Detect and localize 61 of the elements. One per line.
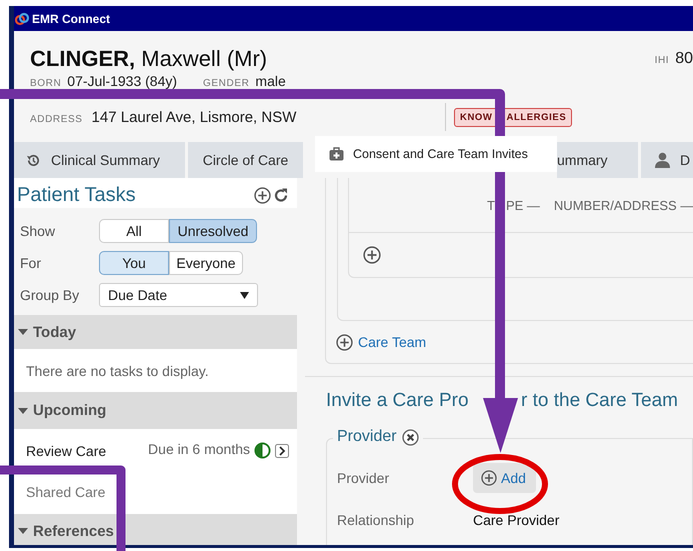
tab[interactable]: D	[641, 142, 693, 178]
task-title[interactable]: Review Care	[26, 442, 106, 458]
disclosure-triangle-icon[interactable]	[18, 527, 28, 535]
disclosure-triangle-icon[interactable]	[18, 328, 28, 336]
toggle-option[interactable]: You	[99, 251, 169, 275]
progress-circle-icon	[254, 442, 271, 459]
medical-bag-icon	[329, 147, 344, 161]
add-button[interactable]: Add	[473, 463, 536, 494]
patient-name: CLINGER, Maxwell (Mr)	[30, 46, 268, 72]
group-header[interactable]: Today	[14, 315, 297, 349]
column-header: NUMBER/ADDRESS —	[554, 198, 693, 212]
ihi-label: IHI	[654, 55, 670, 66]
dragged-tab[interactable]: Consent and Care Team Invites	[315, 136, 557, 172]
allergy-alert-text: KNOW	[460, 112, 492, 122]
column-header: T	[487, 198, 495, 212]
address-label: ADDRESS	[30, 114, 83, 124]
filter-label: Show	[20, 223, 56, 239]
gender-label: GENDER	[203, 77, 250, 91]
tab[interactable]: Circle of Care	[188, 142, 303, 178]
person-icon	[655, 152, 670, 168]
group-header[interactable]: Upcoming	[14, 392, 297, 429]
remove-icon[interactable]	[402, 428, 419, 446]
ihi-value: 80	[675, 50, 693, 68]
form-value: Care Provider	[473, 512, 560, 528]
history-icon	[26, 152, 41, 168]
care-team-link[interactable]: Care Team	[336, 334, 426, 350]
gender-value: male	[255, 73, 286, 89]
task-subtitle: Shared Care	[26, 484, 106, 500]
dropdown-caret-icon	[240, 292, 249, 298]
filter-label: Group By	[20, 287, 80, 303]
toggle-option[interactable]: All	[99, 219, 169, 243]
chevron-right-icon[interactable]	[275, 444, 289, 458]
filter-label: For	[20, 255, 42, 271]
disclosure-triangle-icon[interactable]	[18, 406, 28, 414]
add-icon[interactable]	[254, 186, 271, 204]
section-title: r to the Care Team	[521, 390, 680, 413]
toggle-option[interactable]: Unresolved	[169, 219, 257, 243]
add-icon	[481, 470, 497, 486]
tab[interactable]: Clinical Summary	[14, 142, 185, 178]
group-header[interactable]: References	[14, 514, 297, 545]
allergy-alert-badge[interactable]: KNOW ALLERGIES	[454, 108, 572, 126]
fieldset-legend: Provider	[337, 428, 397, 446]
allergy-alert-text: ALLERGIES	[506, 112, 566, 122]
window-title: EMR Connect	[32, 12, 110, 26]
column-header: PE —	[506, 198, 540, 212]
born-date: 07-Jul-1933 (84y)	[67, 73, 178, 89]
section-title: Invite a Care Pro	[326, 390, 470, 413]
task-due: Due in 6 months	[148, 440, 250, 456]
tab[interactable]: ummary	[557, 142, 638, 178]
panel-title: Patient Tasks	[17, 184, 136, 206]
add-icon	[336, 334, 353, 350]
born-label: BORN	[30, 77, 62, 91]
refresh-icon[interactable]	[273, 186, 289, 204]
form-label: Provider	[337, 470, 390, 486]
toggle-option[interactable]: Everyone	[169, 251, 243, 275]
empty-message: There are no tasks to display.	[25, 362, 210, 381]
add-icon[interactable]	[363, 246, 381, 264]
group-by-select[interactable]: Due Date	[99, 283, 258, 307]
address-value: 147 Laurel Ave, Lismore, NSW	[92, 108, 296, 126]
app-logo-icon	[15, 12, 29, 26]
form-label: Relationship	[337, 512, 416, 528]
